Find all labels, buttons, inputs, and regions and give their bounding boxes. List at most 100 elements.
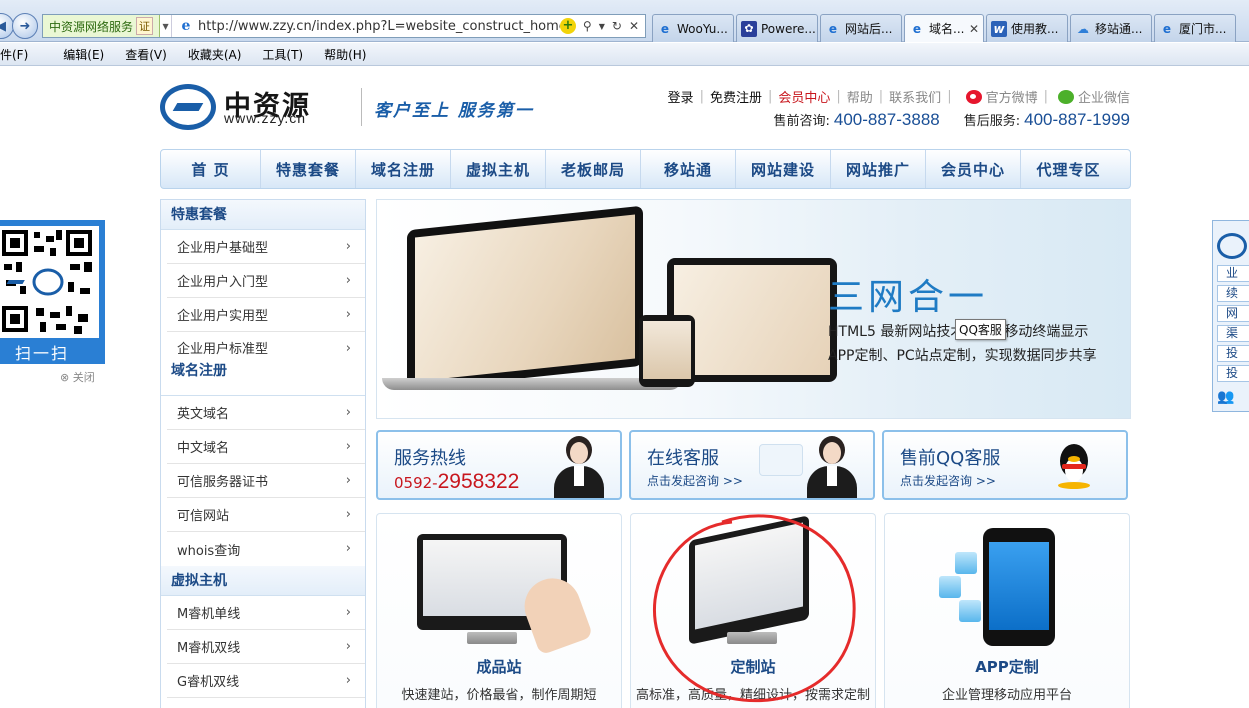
product-card-template[interactable]: 成品站 快速建站，价格最省，制作周期短 (376, 513, 622, 708)
nav-promotion[interactable]: 网站推广 (831, 150, 926, 188)
logo-mark-icon (160, 84, 216, 130)
float-item[interactable]: 网 (1217, 305, 1249, 322)
address-bar[interactable]: 中资源网络服务 证 ▼ e http://www.zzy.cn/index.ph… (42, 14, 646, 38)
ie-icon: e (912, 21, 922, 36)
help-link[interactable]: 帮助 (847, 87, 873, 106)
product-desc: 企业管理移动应用平台 (941, 688, 1072, 703)
tab-powered[interactable]: ✿ Powere... (736, 14, 818, 42)
menu-view[interactable]: 查看(V) (125, 46, 167, 63)
sidebar-item[interactable]: 企业用户入门型 › (167, 264, 365, 298)
monitor-image (689, 515, 809, 645)
top-links: 登录 | 免费注册 | 会员中心 | 帮助 | 联系我们 | 官方微博 | 企业… (668, 87, 1130, 106)
sidebar-item-label: M睿机双线 (177, 641, 241, 656)
app-cube-icon (955, 552, 977, 574)
sidebar-item[interactable]: 中文域名 › (167, 430, 365, 464)
presale-phone: 400-887-3888 (833, 110, 940, 129)
qq-tooltip: QQ客服 (955, 319, 1006, 340)
hero-banner[interactable]: 三网合一 HTML5 最新网站技术 移动终端显示 APP定制、PC站点定制，实现数… (376, 199, 1131, 419)
qr-close-button[interactable]: ⊗ 关闭 (60, 369, 95, 385)
float-item[interactable]: 投 (1217, 365, 1249, 382)
monitor-stand (467, 632, 517, 644)
tab-tutorial[interactable]: w 使用教... (986, 14, 1068, 42)
penguin-beak (1068, 456, 1080, 462)
menu-edit[interactable]: 编辑(E) (63, 46, 104, 63)
menu-file[interactable]: 件(F) (0, 46, 28, 63)
phone-image (639, 315, 695, 387)
nav-member[interactable]: 会员中心 (926, 150, 1021, 188)
sidebar-item[interactable]: 可信网站 › (167, 498, 365, 532)
nav-deals[interactable]: 特惠套餐 (261, 150, 356, 188)
close-icon[interactable]: ✕ (969, 22, 979, 36)
url-text[interactable]: http://www.zzy.cn/index.php?L=website_co… (198, 19, 560, 34)
float-item[interactable]: 投 (1217, 345, 1249, 362)
register-link[interactable]: 免费注册 (710, 87, 762, 106)
nav-home[interactable]: 首 页 (161, 150, 261, 188)
member-center-link[interactable]: 会员中心 (778, 87, 830, 106)
product-card-app[interactable]: APP定制 企业管理移动应用平台 (884, 513, 1130, 708)
stop-icon[interactable]: ✕ (629, 19, 639, 33)
chevron-down-icon[interactable]: ▼ (160, 15, 173, 37)
service-sub-link[interactable]: 点击发起咨询 >> (900, 472, 996, 489)
tab-label: 使用教... (1011, 22, 1059, 36)
menu-tools[interactable]: 工具(T) (262, 46, 303, 63)
tab-backend[interactable]: e 网站后... (820, 14, 902, 42)
float-item[interactable]: 续 (1217, 285, 1249, 302)
tab-domain-active[interactable]: e 域名... ✕ (904, 14, 984, 42)
nav-hosting[interactable]: 虚拟主机 (451, 150, 546, 188)
forward-button[interactable]: ➜ (12, 13, 38, 39)
sidebar-item[interactable]: whois查询 › (167, 532, 365, 566)
login-link[interactable]: 登录 (668, 87, 694, 106)
float-item[interactable]: 业 (1217, 265, 1249, 282)
divider: | (699, 89, 704, 104)
sidebar-item-label: 可信服务器证书 (177, 475, 269, 490)
weibo-link[interactable]: 官方微博 (986, 87, 1038, 106)
tab-mobile-site[interactable]: ☁ 移站通... (1070, 14, 1152, 42)
weibo-icon (965, 89, 982, 104)
service-hotline-box[interactable]: 服务热线 0592- 2958322 (376, 430, 622, 500)
sidebar-item-label: M睿机单线 (177, 607, 241, 622)
sidebar-item[interactable]: M睿机单线 › (167, 596, 365, 630)
online-service-box[interactable]: 在线客服 点击发起咨询 >> (629, 430, 875, 500)
tab-xiamen[interactable]: e 厦门市... (1154, 14, 1236, 42)
refresh-icon[interactable]: ↻ (612, 19, 622, 33)
sidebar-item[interactable]: 企业用户基础型 › (167, 230, 365, 264)
sidebar-item[interactable]: 英文域名 › (167, 396, 365, 430)
divider: | (767, 89, 773, 104)
category-title[interactable]: 特惠套餐 (161, 200, 365, 230)
category-title[interactable]: 域名注册 (161, 362, 365, 396)
chevron-down-icon[interactable]: ▼ (599, 22, 605, 31)
tab-wooyun[interactable]: e WooYu... (652, 14, 734, 42)
sidebar-item[interactable]: 企业用户实用型 › (167, 298, 365, 332)
nav-website-build[interactable]: 网站建设 (736, 150, 831, 188)
tab-label: 移站通... (1095, 22, 1143, 36)
menu-favorites[interactable]: 收藏夹(A) (188, 46, 242, 63)
search-icon[interactable]: ⚲ (583, 19, 592, 33)
menu-help[interactable]: 帮助(H) (324, 46, 366, 63)
sidebar-item[interactable]: M睿机双线 › (167, 630, 365, 664)
float-item[interactable]: 渠 (1217, 325, 1249, 342)
ie-icon: e (660, 21, 670, 36)
sidebar-item[interactable]: 企业用户标准型 › (167, 332, 365, 362)
qq-service-box[interactable]: 售前QQ客服 点击发起咨询 >> (882, 430, 1128, 500)
category-title[interactable]: 虚拟主机 (161, 566, 365, 596)
chevron-right-icon: › (345, 239, 351, 254)
wechat-link[interactable]: 企业微信 (1078, 87, 1130, 106)
contact-link[interactable]: 联系我们 (889, 87, 941, 106)
compatibility-icon[interactable]: + (559, 18, 576, 34)
nav-agent[interactable]: 代理专区 (1021, 150, 1116, 188)
service-sub-link[interactable]: 点击发起咨询 >> (647, 472, 743, 489)
sidebar-item[interactable]: 可信服务器证书 › (167, 464, 365, 498)
monitor-stand (727, 632, 777, 644)
nav-mobile-site[interactable]: 移站通 (641, 150, 736, 188)
site-logo[interactable]: 中资源 www.zzy.cn (160, 84, 350, 130)
nav-mail[interactable]: 老板邮局 (546, 150, 641, 188)
qr-label: 扫一扫 (14, 344, 69, 363)
hotline-area-code: 0592- (394, 474, 438, 492)
sidebar-item[interactable]: G睿机双线 › (167, 664, 365, 698)
hotline-number: 0592- 2958322 (394, 470, 519, 494)
divider: | (947, 89, 952, 104)
logo-text-en: www.zzy.cn (224, 110, 307, 126)
site-identity-badge[interactable]: 中资源网络服务 证 (43, 15, 161, 37)
nav-domain[interactable]: 域名注册 (356, 150, 451, 188)
product-card-custom[interactable]: 定制站 高标准，高质量，精细设计，按需求定制 (630, 513, 876, 708)
